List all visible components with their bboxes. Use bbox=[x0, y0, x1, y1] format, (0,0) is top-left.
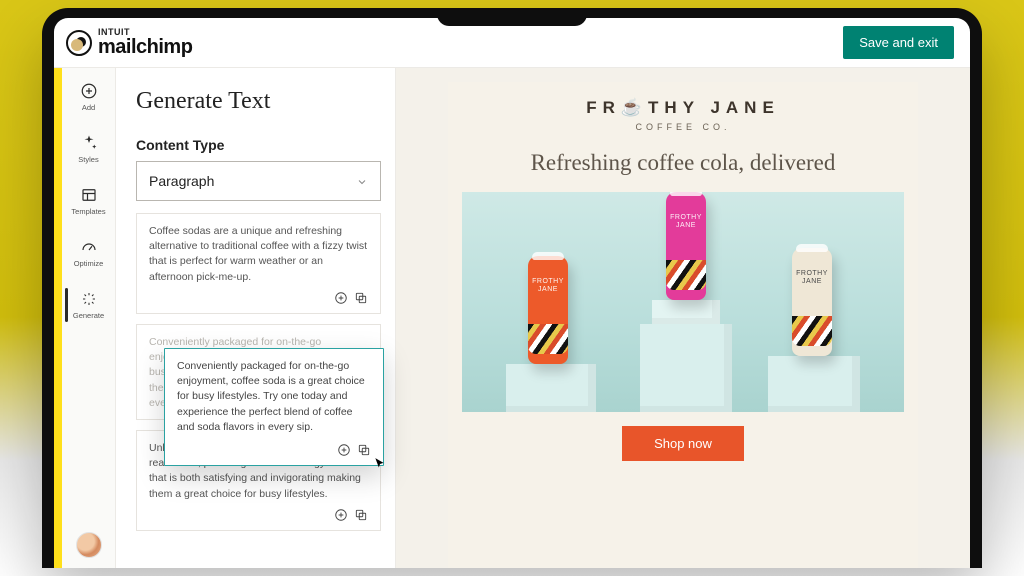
sidebar-item-templates[interactable]: Templates bbox=[71, 182, 105, 220]
email-subbrand: COFFEE CO. bbox=[635, 122, 730, 132]
app-window: INTUIT mailchimp Save and exit Add bbox=[54, 18, 970, 568]
save-and-exit-button[interactable]: Save and exit bbox=[843, 26, 954, 59]
product-can: FROTHY JANE bbox=[792, 248, 832, 356]
chevron-down-icon bbox=[356, 175, 368, 187]
content-type-label: Content Type bbox=[136, 137, 381, 153]
gauge-icon bbox=[80, 238, 98, 256]
email-headline: Refreshing coffee cola, delivered bbox=[531, 150, 836, 176]
brand-part-a: FR bbox=[586, 98, 621, 117]
content-type-select[interactable]: Paragraph bbox=[136, 161, 381, 201]
sidebar-item-label: Templates bbox=[71, 207, 105, 216]
add-circle-icon[interactable] bbox=[334, 291, 348, 305]
suggestion-actions bbox=[149, 291, 368, 305]
email-canvas[interactable]: FR☕THY JANE COFFEE CO. Refreshing coffee… bbox=[396, 68, 970, 568]
brand-lockup[interactable]: INTUIT mailchimp bbox=[66, 28, 192, 57]
suggestion-text: Coffee sodas are a unique and refreshing… bbox=[149, 225, 367, 283]
sidebar-item-add[interactable]: Add bbox=[80, 78, 98, 116]
generate-panel: Generate Text Content Type Paragraph Cof… bbox=[116, 68, 396, 568]
sidebar-item-label: Styles bbox=[78, 155, 98, 164]
sidebar-item-optimize[interactable]: Optimize bbox=[74, 234, 104, 272]
can-label: FROTHY JANE bbox=[792, 270, 832, 285]
pedestal bbox=[652, 300, 720, 324]
suggestion-card[interactable]: Coffee sodas are a unique and refreshing… bbox=[136, 213, 381, 314]
pedestal bbox=[640, 324, 732, 412]
add-circle-icon[interactable] bbox=[337, 443, 351, 457]
sidebar-item-label: Add bbox=[82, 103, 95, 112]
laptop-frame: INTUIT mailchimp Save and exit Add bbox=[42, 8, 982, 568]
can-label: FROTHY JANE bbox=[528, 278, 568, 293]
sparkle-burst-icon bbox=[80, 290, 98, 308]
add-circle-icon[interactable] bbox=[334, 508, 348, 522]
sparkle-icon bbox=[80, 134, 98, 152]
pedestal bbox=[506, 364, 596, 412]
content-type-value: Paragraph bbox=[149, 173, 214, 189]
email-preview: FR☕THY JANE COFFEE CO. Refreshing coffee… bbox=[448, 82, 918, 568]
email-brand: FR☕THY JANE bbox=[586, 98, 780, 118]
mailchimp-logo-icon bbox=[66, 30, 92, 56]
pedestal bbox=[768, 356, 860, 412]
layout-icon bbox=[80, 186, 98, 204]
product-can: FROTHY JANE bbox=[666, 192, 706, 300]
laptop-notch bbox=[437, 8, 587, 26]
plus-circle-icon bbox=[80, 82, 98, 100]
shop-now-button[interactable]: Shop now bbox=[622, 426, 744, 461]
can-label: FROTHY JANE bbox=[666, 214, 706, 229]
panel-title: Generate Text bbox=[136, 88, 381, 115]
copy-icon[interactable] bbox=[354, 508, 368, 522]
product-can: FROTHY JANE bbox=[528, 256, 568, 364]
user-avatar[interactable] bbox=[76, 532, 102, 558]
email-hero-image: FROTHY JANE FROTHY JANE FROTHY JANE bbox=[462, 192, 904, 412]
suggestion-popover[interactable]: Conveniently packaged for on-the-go enjo… bbox=[164, 348, 384, 466]
brand-name: mailchimp bbox=[98, 37, 192, 57]
brand-text: INTUIT mailchimp bbox=[98, 28, 192, 57]
accent-rail bbox=[54, 68, 62, 568]
brand-part-b: THY JANE bbox=[648, 98, 780, 117]
sidebar-item-generate[interactable]: Generate bbox=[73, 286, 104, 324]
copy-icon[interactable] bbox=[354, 291, 368, 305]
popover-text: Conveniently packaged for on-the-go enjo… bbox=[177, 360, 365, 433]
suggestion-actions bbox=[149, 508, 368, 522]
app-body: Add Styles Templates bbox=[54, 68, 970, 568]
copy-icon[interactable] bbox=[357, 443, 371, 457]
sidebar-item-label: Optimize bbox=[74, 259, 104, 268]
sidebar-item-styles[interactable]: Styles bbox=[78, 130, 98, 168]
sidebar-item-label: Generate bbox=[73, 311, 104, 320]
left-sidebar: Add Styles Templates bbox=[62, 68, 116, 568]
popover-actions bbox=[177, 443, 371, 457]
